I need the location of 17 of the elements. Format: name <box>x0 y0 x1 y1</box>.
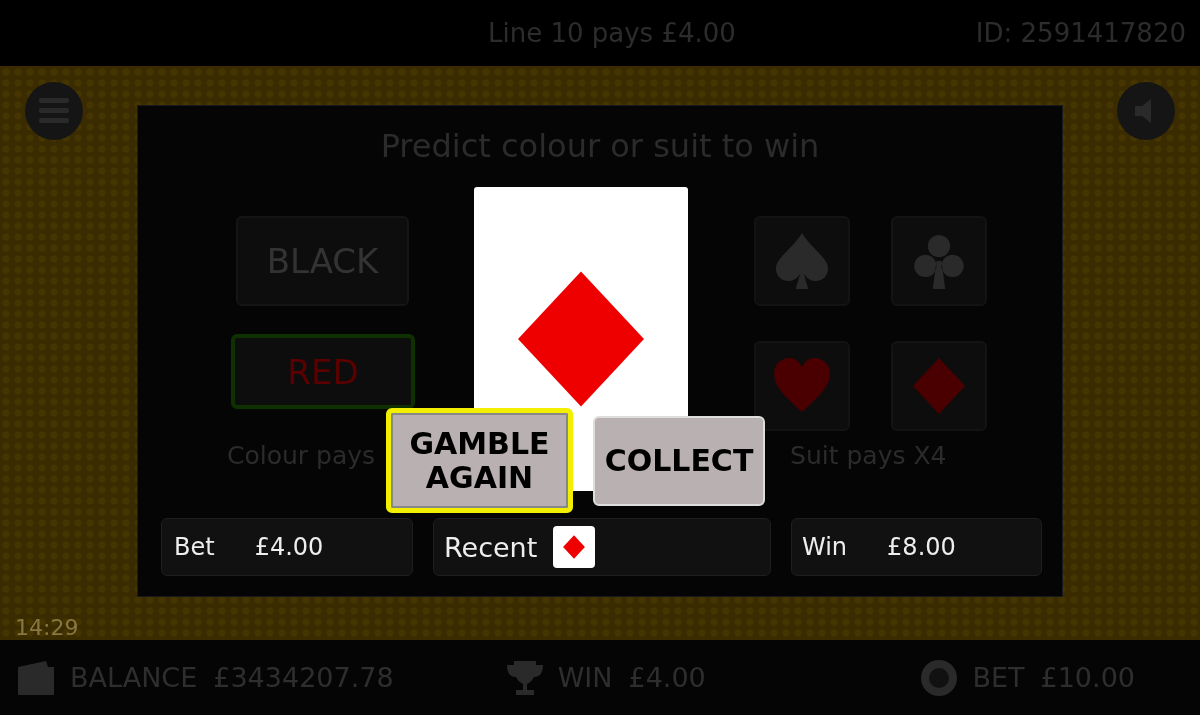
gamble-again-button[interactable]: GAMBLE AGAIN <box>386 408 573 513</box>
recent-label: Recent <box>444 531 538 563</box>
suit-option[interactable] <box>891 216 987 306</box>
trophy-icon <box>505 658 544 697</box>
win-value: £8.00 <box>887 533 956 561</box>
wallet-icon <box>16 660 56 695</box>
bet-label: Bet <box>174 533 215 561</box>
collect-button[interactable]: COLLECT <box>593 415 765 506</box>
suit-option[interactable] <box>754 341 850 431</box>
clock-text: 14:29 <box>15 615 79 640</box>
chip-icon <box>920 658 959 697</box>
win-label: Win <box>802 533 848 561</box>
suit-option[interactable] <box>754 216 850 306</box>
menu-button[interactable] <box>25 82 83 140</box>
bet-value: £4.00 <box>254 533 324 561</box>
sound-button[interactable] <box>1117 82 1175 140</box>
suit-option[interactable] <box>891 341 987 431</box>
